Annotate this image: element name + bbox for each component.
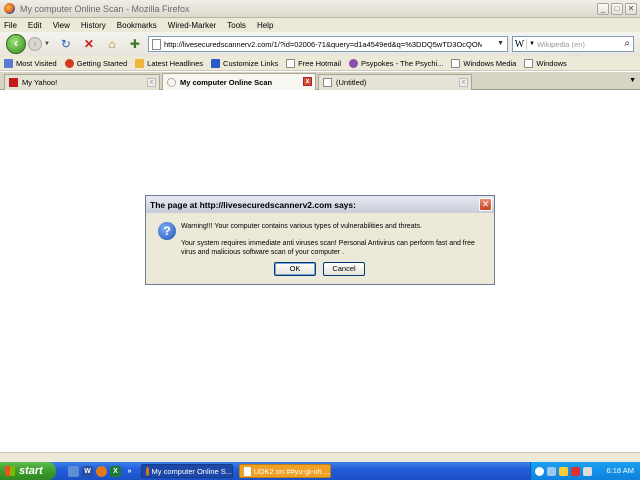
page-icon <box>323 78 332 87</box>
bookmark-windows[interactable]: Windows <box>524 58 567 68</box>
firefox-icon <box>4 3 15 14</box>
menu-history[interactable]: History <box>81 21 106 30</box>
minimize-button[interactable]: _ <box>597 3 609 15</box>
menu-bar: File Edit View History Bookmarks Wired-M… <box>0 18 640 32</box>
page-icon <box>524 58 534 68</box>
history-dropdown-icon[interactable]: ▼ <box>44 41 50 47</box>
page-icon <box>286 58 296 68</box>
yahoo-icon <box>9 78 18 87</box>
cancel-button[interactable]: Cancel <box>323 262 365 276</box>
window-controls: _ □ ✕ <box>597 3 637 15</box>
desktop-icon[interactable] <box>68 465 79 477</box>
bookmark-most-visited[interactable]: Most Visited <box>4 58 57 68</box>
home-icon[interactable]: ⌂ <box>105 37 119 51</box>
back-button[interactable]: ‹ <box>6 34 26 54</box>
menu-tools[interactable]: Tools <box>227 21 246 30</box>
url-bar[interactable]: http://livesecuredscannerv2.com/1/?id=02… <box>148 36 508 52</box>
page-icon <box>152 38 161 50</box>
ok-button[interactable]: OK <box>274 262 316 276</box>
firefox-icon <box>146 466 149 476</box>
messenger-icon[interactable] <box>571 466 580 476</box>
rss-icon <box>135 58 145 68</box>
dialog-message-text: Your system requires immediate anti viru… <box>181 240 475 256</box>
start-button[interactable]: start <box>0 462 56 480</box>
taskbar-item-firefox[interactable]: My computer Online S... <box>141 464 233 478</box>
stop-icon[interactable]: ✕ <box>82 37 96 51</box>
firefox-quicklaunch-icon[interactable] <box>96 465 107 477</box>
menu-bookmarks[interactable]: Bookmarks <box>117 21 157 30</box>
tab-close-icon[interactable]: x <box>303 77 312 86</box>
close-window-button[interactable]: ✕ <box>625 3 637 15</box>
system-tray: 6:18 AM <box>530 462 640 480</box>
url-dropdown-icon[interactable]: ▼ <box>497 40 504 47</box>
search-box[interactable]: W ▼ Wikipedia (en) ⌕ <box>512 36 634 52</box>
alert-dialog: The page at http://livesecuredscannerv2.… <box>145 195 495 285</box>
dialog-title: The page at http://livesecuredscannerv2.… <box>146 196 494 213</box>
taskbar-item-chat[interactable]: UDK2 on ##yu-gi-oh ... <box>239 464 331 478</box>
dialog-warning-text: Warning!!! Your computer contains variou… <box>181 223 422 230</box>
page-icon <box>451 58 461 68</box>
add-bookmark-icon[interactable]: ✚ <box>128 37 142 51</box>
taskbar: start W X » My computer Online S... UDK2… <box>0 462 640 480</box>
menu-file[interactable]: File <box>4 21 17 30</box>
tab-my-yahoo[interactable]: My Yahoo! x <box>4 74 160 90</box>
loading-icon <box>167 77 176 87</box>
menu-edit[interactable]: Edit <box>28 21 42 30</box>
menu-help[interactable]: Help <box>257 21 273 30</box>
tray-collapse-icon[interactable] <box>535 466 544 476</box>
maximize-button[interactable]: □ <box>611 3 623 15</box>
navigation-toolbar: ‹ › ▼ ↻ ✕ ⌂ ✚ http://livesecuredscannerv… <box>0 32 640 56</box>
windows-flag-icon <box>5 466 15 476</box>
wikipedia-icon[interactable]: W <box>513 38 527 50</box>
bookmark-customize-links[interactable]: Customize Links <box>211 58 278 68</box>
security-icon[interactable] <box>559 466 568 476</box>
word-icon[interactable]: W <box>82 465 93 477</box>
network-icon[interactable] <box>547 466 556 476</box>
bookmark-getting-started[interactable]: Getting Started <box>64 58 127 68</box>
tab-close-icon[interactable]: x <box>147 78 156 87</box>
search-placeholder: Wikipedia (en) <box>536 39 585 49</box>
window-title: My computer Online Scan - Mozilla Firefo… <box>20 3 190 14</box>
firefox-bookmark-icon <box>64 58 74 68</box>
tab-close-icon[interactable]: x <box>459 78 468 87</box>
bookmarks-toolbar: Most Visited Getting Started Latest Head… <box>0 56 640 71</box>
bookmark-latest-headlines[interactable]: Latest Headlines <box>135 58 203 68</box>
url-text: http://livesecuredscannerv2.com/1/?id=02… <box>164 39 482 49</box>
tab-strip: My Yahoo! x My computer Online Scan x (U… <box>0 72 640 90</box>
volume-icon[interactable] <box>583 466 592 476</box>
tab-my-computer-online-scan[interactable]: My computer Online Scan x <box>162 73 316 90</box>
bookmark-psypokes[interactable]: Psypokes - The Psychi... <box>349 58 443 68</box>
reload-icon[interactable]: ↻ <box>59 37 73 51</box>
dialog-close-button[interactable]: ✕ <box>479 198 492 211</box>
chat-icon <box>244 466 251 476</box>
bookmark-icon <box>4 58 13 68</box>
search-engine-dropdown-icon[interactable]: ▼ <box>529 41 535 47</box>
excel-icon[interactable]: X <box>110 465 121 477</box>
menu-view[interactable]: View <box>53 21 70 30</box>
quick-launch: W X » <box>68 465 135 477</box>
quicklaunch-more-icon[interactable]: » <box>124 466 135 477</box>
tab-list-dropdown-icon[interactable]: ▼ <box>629 77 636 84</box>
clock: 6:18 AM <box>606 466 634 475</box>
forward-button[interactable]: › <box>28 37 42 51</box>
menu-wired-marker[interactable]: Wired-Marker <box>168 21 216 30</box>
status-bar <box>0 452 640 462</box>
tab-untitled[interactable]: (Untitled) x <box>318 74 472 90</box>
bookmark-free-hotmail[interactable]: Free Hotmail <box>286 58 341 68</box>
window-titlebar: My computer Online Scan - Mozilla Firefo… <box>0 0 640 18</box>
search-icon[interactable]: ⌕ <box>624 38 630 49</box>
bookmark-windows-media[interactable]: Windows Media <box>451 58 516 68</box>
question-icon: ? <box>158 222 176 240</box>
psypokes-icon <box>349 58 359 68</box>
msn-icon <box>211 58 221 68</box>
